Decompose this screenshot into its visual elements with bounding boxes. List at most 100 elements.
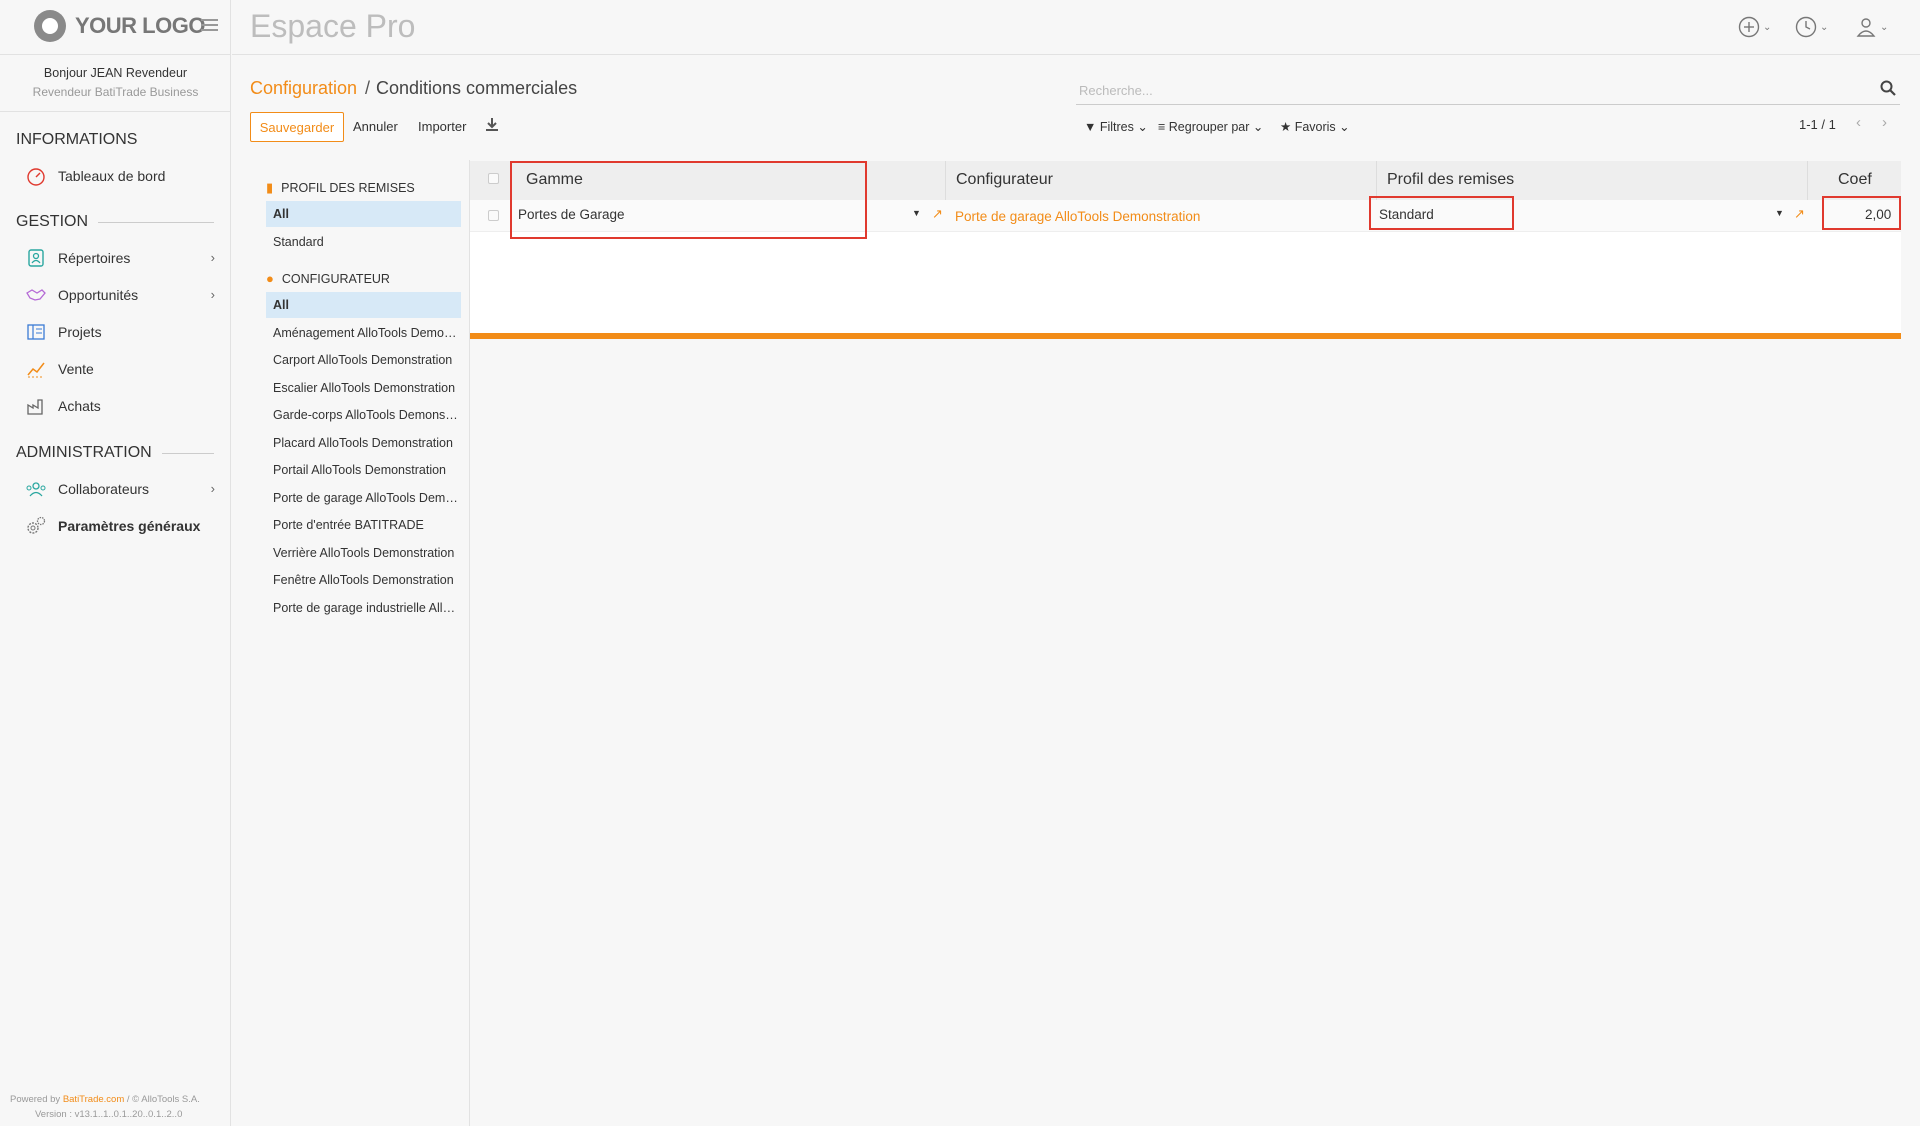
user-role: Revendeur BatiTrade Business [32,85,199,99]
filters-dropdown[interactable]: ▼ Filtres ⌄ [1084,119,1148,134]
logo-icon [34,10,66,42]
highlight-box-gamme [510,161,867,239]
sidebar: YOUR LOGO Bonjour JEAN Revendeur Revende… [0,0,231,1126]
projects-icon [25,321,47,343]
list-icon: ≡ [1158,120,1166,134]
chevron-down-icon: ⌄ [1339,120,1350,134]
searchpanel-profil-header: ▮ PROFIL DES REMISES [266,180,415,195]
powered-by: Powered by BatiTrade.com / © AlloTools S… [10,1094,200,1105]
searchpanel-config-item[interactable]: Fenêtre AlloTools Demonstration [266,567,461,593]
external-link-icon[interactable]: ↗ [1794,206,1805,222]
quick-create-button[interactable]: ⌄ [1738,14,1771,40]
sidebar-item-repertoires[interactable]: Répertoires › [25,245,215,271]
select-all-checkbox[interactable] [488,173,499,184]
gears-icon [25,515,47,537]
top-bar: Espace Pro [232,0,1920,55]
searchpanel-config-item[interactable]: Verrière AlloTools Demonstration [266,540,461,566]
searchpanel-profil-item[interactable]: Standard [266,229,461,255]
groupby-dropdown[interactable]: ≡ Regrouper par ⌄ [1158,119,1263,134]
chevron-down-icon: ⌄ [1252,120,1264,134]
section-informations: INFORMATIONS [16,131,138,148]
highlight-box-coef [1822,196,1901,230]
user-icon [1856,18,1876,37]
factory-icon [25,395,47,417]
search-bar [1076,78,1900,105]
page-title: Conditions commerciales [376,78,578,98]
version-text: Version : v13.1..1..0.1..20..0.1..2..0 [35,1109,183,1120]
search-input[interactable] [1076,78,1856,102]
logo-text: YOUR LOGO [75,13,205,38]
star-icon: ★ [1280,120,1292,134]
searchpanel-config-item[interactable]: Porte de garage industrielle AlloTools [266,595,461,621]
filter-icon: ▼ [1084,120,1097,134]
searchpanel-config-item[interactable]: Porte de garage AlloTools Demonstration [266,485,461,511]
searchpanel-config-item[interactable]: Garde-corps AlloTools Demonstration [266,402,461,428]
download-icon[interactable] [485,117,499,134]
clock-icon [1795,16,1817,38]
chevron-down-icon: ⌄ [1763,21,1772,33]
user-menu-button[interactable]: ⌄ [1855,14,1888,40]
breadcrumb-separator: / [365,78,371,98]
list-table: Gamme Configurateur Profil des remises C… [470,161,1901,339]
chevron-down-icon: ⌄ [1880,21,1889,33]
users-icon: ● [266,271,274,286]
plus-circle-icon [1738,16,1760,38]
menu-toggle-icon[interactable] [201,19,218,32]
searchpanel-config-item[interactable]: All [266,292,461,318]
searchpanel-profil-item[interactable]: All [266,201,461,227]
search-icon[interactable] [1880,80,1896,101]
dropdown-caret-icon[interactable]: ▼ [1775,208,1784,218]
dashboard-icon [25,165,47,187]
sidebar-item-projets[interactable]: Projets [25,319,215,345]
sales-chart-icon [25,358,47,380]
sidebar-item-tableaux[interactable]: Tableaux de bord [25,163,215,189]
folder-icon: ▮ [266,180,274,195]
handshake-icon [25,284,47,306]
column-header-profil[interactable]: Profil des remises [1387,171,1514,189]
searchpanel-config-item[interactable]: Porte d'entrée BATITRADE [266,512,461,538]
user-greeting: Bonjour JEAN Revendeur [43,66,188,80]
cancel-button[interactable]: Annuler [353,119,398,134]
section-administration: ADMINISTRATION [16,444,214,462]
highlight-box-profil [1369,196,1514,230]
save-button[interactable]: Sauvegarder [250,112,344,142]
searchpanel-config-item[interactable]: Aménagement AlloTools Demonstration [266,320,461,346]
searchpanel-config-item[interactable]: Escalier AlloTools Demonstration [266,375,461,401]
pager-previous-icon[interactable]: ‹ [1856,114,1861,131]
searchpanel-config-header: ● CONFIGURATEUR [266,271,390,286]
chevron-down-icon: ⌄ [1820,21,1829,33]
chevron-right-icon: › [210,287,215,302]
pager-value[interactable]: 1-1 / 1 [1799,117,1836,132]
dropdown-caret-icon[interactable]: ▼ [912,208,921,218]
powered-by-link[interactable]: BatiTrade.com [63,1094,124,1105]
column-separator [1807,161,1808,200]
column-header-configurateur[interactable]: Configurateur [956,171,1053,189]
sidebar-item-opportunites[interactable]: Opportunités › [25,282,215,308]
external-link-icon[interactable]: ↗ [932,206,943,222]
activity-button[interactable]: ⌄ [1795,14,1828,40]
sidebar-item-collaborateurs[interactable]: Collaborateurs › [25,476,215,502]
team-icon [25,478,47,500]
chevron-right-icon: › [210,250,215,265]
row-checkbox[interactable] [488,210,499,221]
divider [0,111,231,112]
column-separator [945,161,946,200]
favorites-dropdown[interactable]: ★ Favoris ⌄ [1280,119,1350,134]
chevron-down-icon: ⌄ [1137,120,1148,134]
searchpanel-config-item[interactable]: Portail AlloTools Demonstration [266,457,461,483]
pager-next-icon[interactable]: › [1882,114,1887,131]
sidebar-item-parametres[interactable]: Paramètres généraux [25,513,215,539]
logo-row: YOUR LOGO [0,0,231,55]
sidebar-item-achats[interactable]: Achats [25,393,215,419]
searchpanel-config-item[interactable]: Carport AlloTools Demonstration [266,347,461,373]
column-header-coef[interactable]: Coef [1838,171,1872,189]
app-title: Espace Pro [250,8,416,44]
chevron-right-icon: › [210,481,215,496]
sidebar-item-vente[interactable]: Vente [25,356,215,382]
breadcrumb-parent[interactable]: Configuration [250,78,357,99]
import-button[interactable]: Importer [418,119,466,134]
section-gestion: GESTION [16,213,214,231]
searchpanel-config-item[interactable]: Placard AlloTools Demonstration [266,430,461,456]
configurateur-link[interactable]: Porte de garage AlloTools Demonstration [955,209,1200,224]
column-separator [1376,161,1377,200]
